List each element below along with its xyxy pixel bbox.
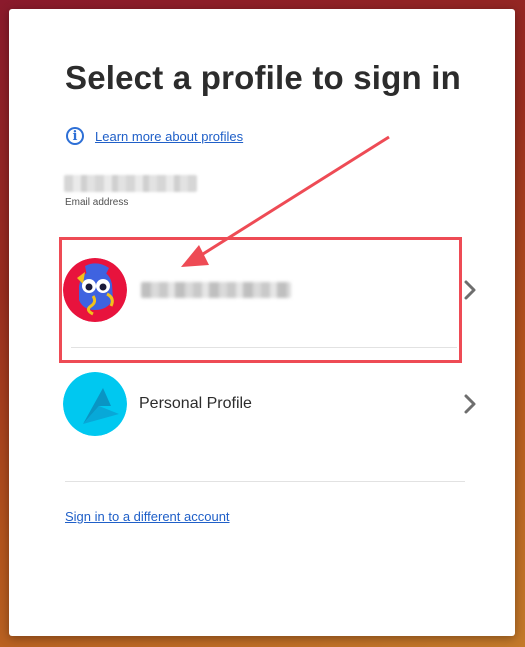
divider (71, 347, 457, 348)
chevron-right-icon (464, 280, 476, 300)
chevron-right-icon (464, 394, 476, 414)
personal-profile-avatar (63, 372, 127, 436)
info-icon: i (66, 127, 84, 145)
divider (65, 481, 465, 482)
sign-in-different-account-link[interactable]: Sign in to a different account (65, 509, 230, 524)
page-title: Select a profile to sign in (65, 59, 461, 96)
profile-row-business[interactable] (63, 249, 478, 331)
sign-in-dialog: Select a profile to sign in i Learn more… (9, 9, 515, 636)
email-redacted (64, 175, 197, 192)
cartoon-character-avatar (63, 258, 127, 322)
profile-name-redacted (141, 282, 291, 298)
learn-more-row: i Learn more about profiles (66, 127, 243, 145)
email-label: Email address (65, 197, 129, 208)
profile-row-personal[interactable]: Personal Profile (63, 363, 478, 445)
profile-name: Personal Profile (139, 395, 252, 412)
learn-more-link[interactable]: Learn more about profiles (95, 129, 243, 144)
